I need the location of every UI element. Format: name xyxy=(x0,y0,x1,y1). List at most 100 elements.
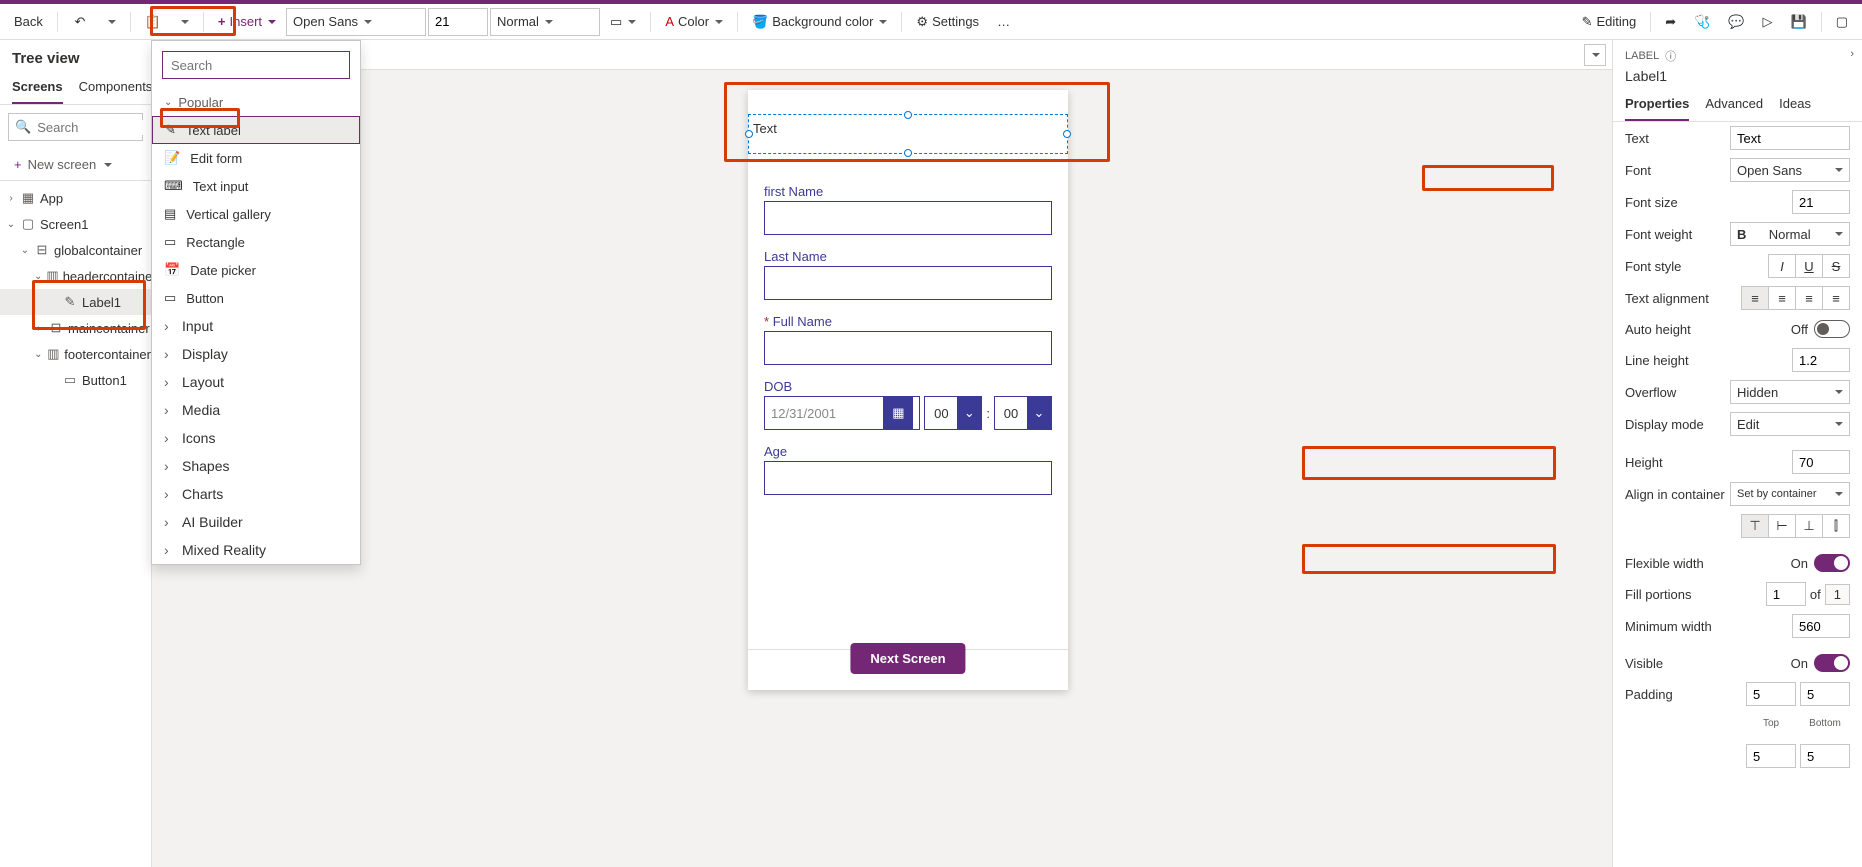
new-screen-button[interactable]: + New screen xyxy=(8,153,143,176)
prop-lineheight-input[interactable] xyxy=(1792,348,1850,372)
border-button[interactable]: ▭ xyxy=(602,8,644,36)
font-family-select[interactable]: Open Sans xyxy=(286,8,426,36)
undo-more[interactable] xyxy=(98,8,124,36)
font-weight-select[interactable]: Normal xyxy=(490,8,600,36)
settings-button[interactable]: ⚙Settings xyxy=(908,8,987,36)
strike-button[interactable]: S xyxy=(1822,254,1850,278)
align-justify-button[interactable]: ≡ xyxy=(1822,286,1850,310)
tree-item-label1[interactable]: ✎Label1 xyxy=(0,289,151,315)
last-name-input[interactable] xyxy=(764,266,1052,300)
prop-text-input[interactable] xyxy=(1730,126,1850,150)
insert-date-picker[interactable]: 📅Date picker xyxy=(152,256,360,284)
tab-components[interactable]: Components xyxy=(79,73,153,104)
canvas-area[interactable]: Text first Name Last Name * Full Name DO… xyxy=(152,70,1612,867)
insert-text-input[interactable]: ⌨Text input xyxy=(152,172,360,200)
back-button[interactable]: Back xyxy=(6,8,51,36)
cat-ai-builder[interactable]: AI Builder xyxy=(152,508,360,536)
insert-rectangle[interactable]: ▭Rectangle xyxy=(152,228,360,256)
tree-search[interactable]: 🔍 xyxy=(8,113,143,141)
font-size-input[interactable] xyxy=(428,8,488,36)
cat-input[interactable]: Input xyxy=(152,312,360,340)
insert-search[interactable] xyxy=(162,51,350,79)
next-screen-button[interactable]: Next Screen xyxy=(850,643,965,674)
prop-fillportions-input[interactable] xyxy=(1766,582,1806,606)
popular-group[interactable]: ⌄Popular xyxy=(152,89,360,116)
tab-ideas[interactable]: Ideas xyxy=(1779,90,1811,121)
autoheight-toggle[interactable] xyxy=(1814,320,1850,338)
tab-advanced[interactable]: Advanced xyxy=(1705,90,1763,121)
prop-fontsize-input[interactable] xyxy=(1792,190,1850,214)
valign-mid-button[interactable]: ⊢ xyxy=(1768,514,1796,538)
prop-overflow-select[interactable]: Hidden xyxy=(1730,380,1850,404)
cat-mixed-reality[interactable]: Mixed Reality xyxy=(152,536,360,564)
bgcolor-button[interactable]: 🪣Background color xyxy=(744,8,895,36)
tree-item-screen1[interactable]: ⌄▢Screen1 xyxy=(0,211,151,237)
italic-button[interactable]: I xyxy=(1768,254,1796,278)
dob-minute-select[interactable]: 00⌄ xyxy=(994,396,1052,430)
insert-button[interactable]: + Insert xyxy=(210,8,284,36)
cat-shapes[interactable]: Shapes xyxy=(152,452,360,480)
preview-button[interactable]: ▷ xyxy=(1755,8,1781,36)
full-name-input[interactable] xyxy=(764,331,1052,365)
prop-fontweight-select[interactable]: B Normal xyxy=(1730,222,1850,246)
selected-label[interactable]: Text xyxy=(748,114,1068,154)
pad-right-input[interactable] xyxy=(1800,744,1850,768)
prop-align-select[interactable]: Set by container xyxy=(1730,482,1850,506)
tree-item-button1[interactable]: ▭Button1 xyxy=(0,367,151,393)
visible-toggle[interactable] xyxy=(1814,654,1850,672)
calendar-icon[interactable]: ▦ xyxy=(883,396,913,430)
align-left-button[interactable]: ≡ xyxy=(1741,286,1769,310)
cat-layout[interactable]: Layout xyxy=(152,368,360,396)
undo-button[interactable]: ↶ xyxy=(64,8,96,36)
pad-left-input[interactable] xyxy=(1746,744,1796,768)
more-button[interactable]: … xyxy=(989,8,1018,36)
paste-more[interactable] xyxy=(171,8,197,36)
prop-minwidth-input[interactable] xyxy=(1792,614,1850,638)
cat-display[interactable]: Display xyxy=(152,340,360,368)
cat-media[interactable]: Media xyxy=(152,396,360,424)
paste-button[interactable]: 📋 xyxy=(137,8,169,36)
insert-vertical-gallery[interactable]: ▤Vertical gallery xyxy=(152,200,360,228)
save-button[interactable]: 💾 xyxy=(1783,8,1815,36)
tree-item-globalcontainer[interactable]: ⌄⊟globalcontainer xyxy=(0,237,151,263)
checker-button[interactable]: 🩺 xyxy=(1686,8,1718,36)
pad-top-input[interactable] xyxy=(1746,682,1796,706)
insert-search-input[interactable] xyxy=(171,58,341,73)
prop-displaymode-select[interactable]: Edit xyxy=(1730,412,1850,436)
first-name-input[interactable] xyxy=(764,201,1052,235)
flexwidth-toggle[interactable] xyxy=(1814,554,1850,572)
publish-button[interactable]: ▢ xyxy=(1828,8,1856,36)
insert-button[interactable]: ▭Button xyxy=(152,284,360,312)
tree-item-headercontainer[interactable]: ⌄▥headercontaine xyxy=(0,263,151,289)
info-icon[interactable]: ⓘ xyxy=(1665,48,1676,64)
tree-item-footercontainer[interactable]: ⌄▥footercontainer xyxy=(0,341,151,367)
formula-expand-button[interactable] xyxy=(1584,44,1606,66)
age-input[interactable] xyxy=(764,461,1052,495)
tree-item-maincontainer[interactable]: ›⊟maincontainer xyxy=(0,315,151,341)
tab-properties[interactable]: Properties xyxy=(1625,90,1689,121)
insert-text-label[interactable]: ✎Text label xyxy=(152,116,360,144)
color-button[interactable]: AColor xyxy=(657,8,731,36)
prop-height-input[interactable] xyxy=(1792,450,1850,474)
prop-font-select[interactable]: Open Sans xyxy=(1730,158,1850,182)
insert-edit-form[interactable]: 📝Edit form xyxy=(152,144,360,172)
valign-stretch-button[interactable]: ⫿ xyxy=(1822,514,1850,538)
underline-button[interactable]: U xyxy=(1795,254,1823,278)
editing-button[interactable]: ✎Editing xyxy=(1574,8,1645,36)
tab-screens[interactable]: Screens xyxy=(12,73,63,104)
formula-bar[interactable]: xt" xyxy=(152,40,1612,70)
align-right-button[interactable]: ≡ xyxy=(1795,286,1823,310)
dob-date-input[interactable]: 12/31/2001 ▦ xyxy=(764,396,920,430)
valign-bot-button[interactable]: ⊥ xyxy=(1795,514,1823,538)
valign-top-button[interactable]: ⊤ xyxy=(1741,514,1769,538)
tree-item-app[interactable]: ›▦App xyxy=(0,185,151,211)
align-center-button[interactable]: ≡ xyxy=(1768,286,1796,310)
cat-icons[interactable]: Icons xyxy=(152,424,360,452)
dob-hour-select[interactable]: 00⌄ xyxy=(924,396,982,430)
pad-bottom-input[interactable] xyxy=(1800,682,1850,706)
cat-charts[interactable]: Charts xyxy=(152,480,360,508)
share-button[interactable]: ➦ xyxy=(1657,8,1684,36)
expand-icon[interactable]: › xyxy=(1850,48,1854,60)
comments-button[interactable]: 💬 xyxy=(1720,8,1752,36)
container-icon: ▥ xyxy=(46,268,58,284)
